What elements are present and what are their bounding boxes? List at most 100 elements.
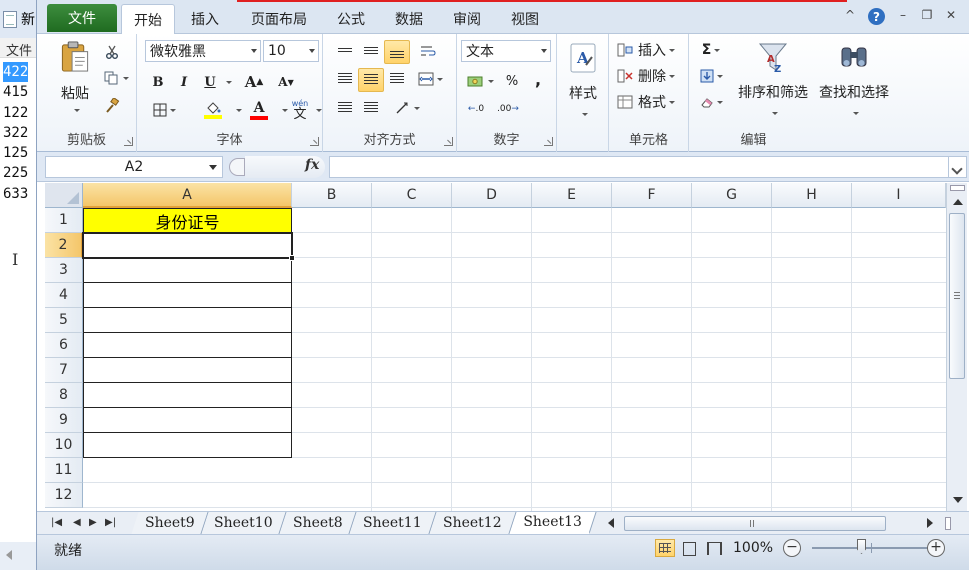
window-close-button[interactable]: ✕ <box>943 8 959 22</box>
underline-button[interactable]: U <box>201 72 219 92</box>
copy-button[interactable] <box>99 68 133 88</box>
align-top-button[interactable] <box>333 40 357 62</box>
next-sheet-icon[interactable]: ▶ <box>89 517 97 528</box>
first-sheet-icon[interactable]: |◀ <box>51 517 62 528</box>
scroll-down-icon[interactable] <box>953 497 963 503</box>
row-header-8[interactable]: 8 <box>45 383 83 408</box>
sort-filter-button[interactable]: AZ 排序和筛选 <box>735 38 811 118</box>
column-header-c[interactable]: C <box>372 183 452 208</box>
align-middle-button[interactable] <box>359 40 383 62</box>
horizontal-scrollbar[interactable] <box>602 515 958 532</box>
zoom-out-button[interactable]: − <box>783 539 801 557</box>
column-header-d[interactable]: D <box>452 183 532 208</box>
merge-center-button[interactable] <box>413 68 447 90</box>
decrease-decimal-button[interactable]: .00 → <box>493 98 523 120</box>
shrink-font-button[interactable]: A ▼ <box>273 72 299 92</box>
zoom-level[interactable]: 100% <box>733 540 773 556</box>
cell-a9[interactable] <box>83 408 292 433</box>
cell-a3[interactable] <box>83 258 292 283</box>
fill-color-button[interactable] <box>195 98 231 122</box>
sheet-tab-sheet9[interactable]: Sheet9 <box>131 512 209 534</box>
font-launcher-icon[interactable] <box>310 137 319 146</box>
column-header-f[interactable]: F <box>612 183 692 208</box>
column-header-e[interactable]: E <box>532 183 612 208</box>
worksheet-grid[interactable]: A B C D E F G H I 1 2 3 4 5 6 7 8 9 10 1… <box>45 183 946 511</box>
increase-indent-button[interactable] <box>359 97 383 119</box>
clear-button[interactable] <box>695 92 727 112</box>
column-header-g[interactable]: G <box>692 183 772 208</box>
row-header-12[interactable]: 12 <box>45 483 83 508</box>
formula-input[interactable] <box>329 156 949 178</box>
last-sheet-icon[interactable]: ▶| <box>105 517 116 528</box>
zoom-slider-thumb[interactable] <box>857 539 866 554</box>
row-header-4[interactable]: 4 <box>45 283 83 308</box>
column-header-a[interactable]: A <box>83 183 292 208</box>
help-icon[interactable]: ? <box>868 8 885 25</box>
tab-page-layout[interactable]: 页面布局 <box>239 4 319 34</box>
styles-button[interactable]: A 样式 <box>563 38 603 120</box>
horizontal-scroll-thumb[interactable] <box>624 516 886 531</box>
grow-font-button[interactable]: A ▲ <box>241 72 267 92</box>
bold-button[interactable]: B <box>149 72 167 92</box>
percent-button[interactable]: % <box>501 70 523 92</box>
accounting-format-button[interactable] <box>463 70 497 92</box>
cell-a10[interactable] <box>83 433 292 458</box>
scroll-left-icon[interactable] <box>608 518 614 528</box>
row-header-11[interactable]: 11 <box>45 458 83 483</box>
ribbon-minimize-icon[interactable]: ^ <box>842 8 858 22</box>
sheet-tab-sheet11[interactable]: Sheet11 <box>349 512 437 534</box>
text-orientation-button[interactable] <box>389 97 425 119</box>
tab-home[interactable]: 开始 <box>121 4 175 35</box>
align-bottom-button[interactable] <box>384 40 410 64</box>
file-tab[interactable]: 文件 <box>47 4 117 32</box>
paste-button[interactable]: 粘贴 <box>51 40 99 112</box>
font-color-button[interactable]: A <box>241 98 277 122</box>
align-right-button[interactable] <box>385 68 409 90</box>
row-header-1[interactable]: 1 <box>45 208 83 233</box>
window-restore-button[interactable]: ❐ <box>919 8 935 22</box>
cut-button[interactable] <box>101 42 123 62</box>
name-box[interactable]: A2 <box>45 156 223 178</box>
delete-cells-button[interactable]: 删除 <box>617 66 683 86</box>
column-header-i[interactable]: I <box>852 183 946 208</box>
normal-view-button[interactable] <box>655 539 675 557</box>
cell-a4[interactable] <box>83 283 292 308</box>
window-minimize-button[interactable]: – <box>895 8 911 22</box>
formula-bar-grip[interactable] <box>229 158 245 176</box>
sheet-tab-sheet13[interactable]: Sheet13 <box>509 512 597 534</box>
insert-cells-button[interactable]: 插入 <box>617 40 683 60</box>
row-header-2[interactable]: 2 <box>45 233 83 258</box>
cell-a7[interactable] <box>83 358 292 383</box>
tab-insert[interactable]: 插入 <box>179 4 231 34</box>
row-header-9[interactable]: 9 <box>45 408 83 433</box>
tab-data[interactable]: 数据 <box>383 4 435 34</box>
row-header-6[interactable]: 6 <box>45 333 83 358</box>
sheet-tab-sheet8[interactable]: Sheet8 <box>279 512 357 534</box>
vertical-scroll-thumb[interactable] <box>949 213 965 379</box>
tab-formulas[interactable]: 公式 <box>325 4 377 34</box>
cell-a6[interactable] <box>83 333 292 358</box>
split-box[interactable] <box>945 517 951 530</box>
borders-button[interactable] <box>147 100 181 120</box>
clipboard-launcher-icon[interactable] <box>124 137 133 146</box>
italic-button[interactable]: I <box>175 72 193 92</box>
column-header-h[interactable]: H <box>772 183 852 208</box>
row-header-10[interactable]: 10 <box>45 433 83 458</box>
formula-expand-button[interactable] <box>949 156 967 178</box>
fill-button[interactable] <box>695 66 727 86</box>
insert-function-button[interactable]: fx <box>305 157 319 173</box>
sheet-tab-sheet12[interactable]: Sheet12 <box>429 512 517 534</box>
zoom-in-button[interactable]: + <box>927 539 945 557</box>
row-header-7[interactable]: 7 <box>45 358 83 383</box>
split-box[interactable] <box>950 185 965 191</box>
orientation-button[interactable] <box>415 40 441 62</box>
increase-decimal-button[interactable]: ← .0 <box>463 98 489 120</box>
page-break-view-button[interactable] <box>703 539 723 557</box>
select-all-button[interactable] <box>45 183 83 208</box>
autosum-button[interactable]: Σ <box>695 40 727 60</box>
comma-button[interactable]: , <box>527 68 549 90</box>
font-size-dropdown[interactable]: 10 <box>263 40 319 62</box>
number-launcher-icon[interactable] <box>544 137 553 146</box>
vertical-scrollbar[interactable] <box>946 183 967 511</box>
row-header-5[interactable]: 5 <box>45 308 83 333</box>
